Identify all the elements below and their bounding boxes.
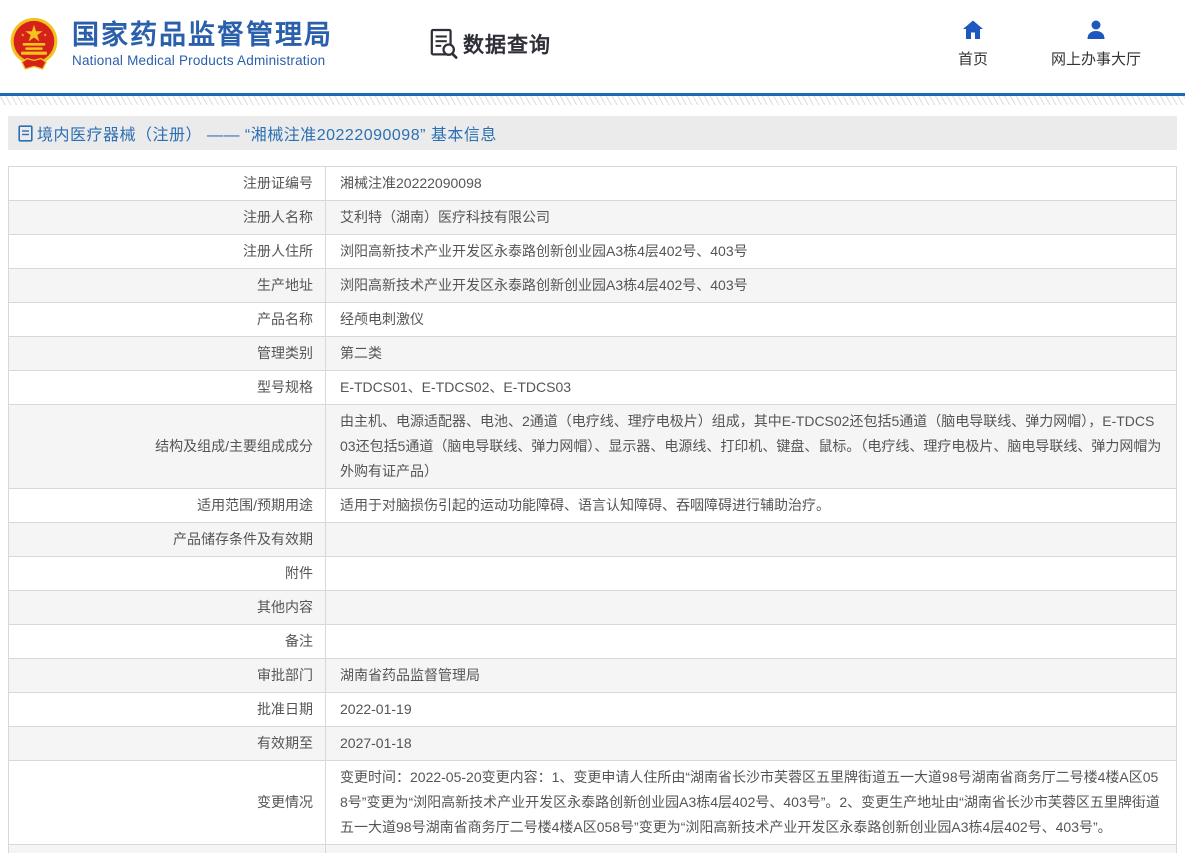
row-label: 产品名称 xyxy=(9,303,326,337)
row-value: 湖南省药品监督管理局 xyxy=(326,659,1177,693)
row-label: 有效期至 xyxy=(9,727,326,761)
nav-service-hall-label: 网上办事大厅 xyxy=(1051,48,1141,69)
row-value: E-TDCS01、E-TDCS02、E-TDCS03 xyxy=(326,371,1177,405)
national-emblem-logo[interactable] xyxy=(8,17,60,73)
table-row: 注册人名称艾利特（湖南）医疗科技有限公司 xyxy=(9,201,1177,235)
document-search-icon xyxy=(429,28,459,60)
row-label: 注册人名称 xyxy=(9,201,326,235)
row-value: 2022-01-19 xyxy=(326,693,1177,727)
row-label: 变更情况 xyxy=(9,761,326,845)
table-row: 生产地址浏阳高新技术产业开发区永泰路创新创业园A3栋4层402号、403号 xyxy=(9,269,1177,303)
row-value xyxy=(326,591,1177,625)
table-row: 变更情况变更时间：2022-05-20变更内容：1、变更申请人住所由“湖南省长沙… xyxy=(9,761,1177,845)
table-row: 有效期至2027-01-18 xyxy=(9,727,1177,761)
table-row: 备注 xyxy=(9,625,1177,659)
row-label: 适用范围/预期用途 xyxy=(9,489,326,523)
row-label: 批准日期 xyxy=(9,693,326,727)
table-row: 适用范围/预期用途适用于对脑损伤引起的运动功能障碍、语言认知障碍、吞咽障碍进行辅… xyxy=(9,489,1177,523)
row-value: 浏阳高新技术产业开发区永泰路创新创业园A3栋4层402号、403号 xyxy=(326,269,1177,303)
table-row: 管理类别第二类 xyxy=(9,337,1177,371)
table-row: 批准日期2022-01-19 xyxy=(9,693,1177,727)
row-value xyxy=(326,523,1177,557)
row-label: 审批部门 xyxy=(9,659,326,693)
row-value: 第二类 xyxy=(326,337,1177,371)
national-emblem-icon xyxy=(8,17,60,72)
row-label: 产品储存条件及有效期 xyxy=(9,523,326,557)
nav-item-home[interactable]: 首页 xyxy=(949,18,997,69)
row-label: 注册人住所 xyxy=(9,235,326,269)
brand-block: 国家药品监督管理局 National Medical Products Admi… xyxy=(72,20,333,68)
table-row: 其他内容 xyxy=(9,591,1177,625)
row-label: 注册证编号 xyxy=(9,167,326,201)
nav-item-service-hall[interactable]: 网上办事大厅 xyxy=(1051,18,1141,69)
row-value: 浏阳高新技术产业开发区永泰路创新创业园A3栋4层402号、403号 xyxy=(326,235,1177,269)
nav-home-label: 首页 xyxy=(958,48,988,69)
site-title-en: National Medical Products Administration xyxy=(72,53,333,68)
data-query-label: 数据查询 xyxy=(463,29,551,59)
row-value: 变更时间：2022-05-20变更内容：1、变更申请人住所由“湖南省长沙市芙蓉区… xyxy=(326,761,1177,845)
table-row: 审批部门湖南省药品监督管理局 xyxy=(9,659,1177,693)
user-icon xyxy=(1084,18,1108,42)
breadcrumb: 境内医疗器械（注册） —— “湘械注准20222090098” 基本信息 xyxy=(8,116,1177,150)
row-value: 艾利特（湖南）医疗科技有限公司 xyxy=(326,201,1177,235)
table-row: 注册证编号湘械注准20222090098 xyxy=(9,167,1177,201)
table-row: 注册人住所浏阳高新技术产业开发区永泰路创新创业园A3栋4层402号、403号 xyxy=(9,235,1177,269)
row-label: 备注 xyxy=(9,625,326,659)
row-label: 结构及组成/主要组成成分 xyxy=(9,405,326,489)
table-row-partial xyxy=(9,845,1177,853)
site-header: 国家药品监督管理局 National Medical Products Admi… xyxy=(0,0,1185,93)
page-title: 境内医疗器械（注册） —— “湘械注准20222090098” 基本信息 xyxy=(37,121,497,145)
row-value xyxy=(326,625,1177,659)
row-label: 其他内容 xyxy=(9,591,326,625)
table-row: 产品名称经颅电刺激仪 xyxy=(9,303,1177,337)
row-value: 2027-01-18 xyxy=(326,727,1177,761)
row-label: 型号规格 xyxy=(9,371,326,405)
hatch-pattern-strip xyxy=(0,96,1185,105)
table-row: 产品储存条件及有效期 xyxy=(9,523,1177,557)
row-label: 附件 xyxy=(9,557,326,591)
info-table-body: 注册证编号湘械注准20222090098注册人名称艾利特（湖南）医疗科技有限公司… xyxy=(9,167,1177,853)
row-label: 管理类别 xyxy=(9,337,326,371)
row-label: 生产地址 xyxy=(9,269,326,303)
page-icon xyxy=(18,125,33,142)
data-query-entry[interactable]: 数据查询 xyxy=(429,28,551,60)
row-value xyxy=(326,557,1177,591)
registration-info-table-wrap: 注册证编号湘械注准20222090098注册人名称艾利特（湖南）医疗科技有限公司… xyxy=(8,166,1177,853)
table-row: 结构及组成/主要组成成分由主机、电源适配器、电池、2通道（电疗线、理疗电极片）组… xyxy=(9,405,1177,489)
table-row: 附件 xyxy=(9,557,1177,591)
home-icon xyxy=(961,18,985,42)
row-value: 经颅电刺激仪 xyxy=(326,303,1177,337)
row-value: 湘械注准20222090098 xyxy=(326,167,1177,201)
top-nav: 首页 网上办事大厅 xyxy=(949,18,1141,69)
table-row: 型号规格E-TDCS01、E-TDCS02、E-TDCS03 xyxy=(9,371,1177,405)
row-value: 适用于对脑损伤引起的运动功能障碍、语言认知障碍、吞咽障碍进行辅助治疗。 xyxy=(326,489,1177,523)
registration-info-table: 注册证编号湘械注准20222090098注册人名称艾利特（湖南）医疗科技有限公司… xyxy=(8,166,1177,853)
row-value: 由主机、电源适配器、电池、2通道（电疗线、理疗电极片）组成，其中E-TDCS02… xyxy=(326,405,1177,489)
site-title-cn: 国家药品监督管理局 xyxy=(72,20,333,50)
